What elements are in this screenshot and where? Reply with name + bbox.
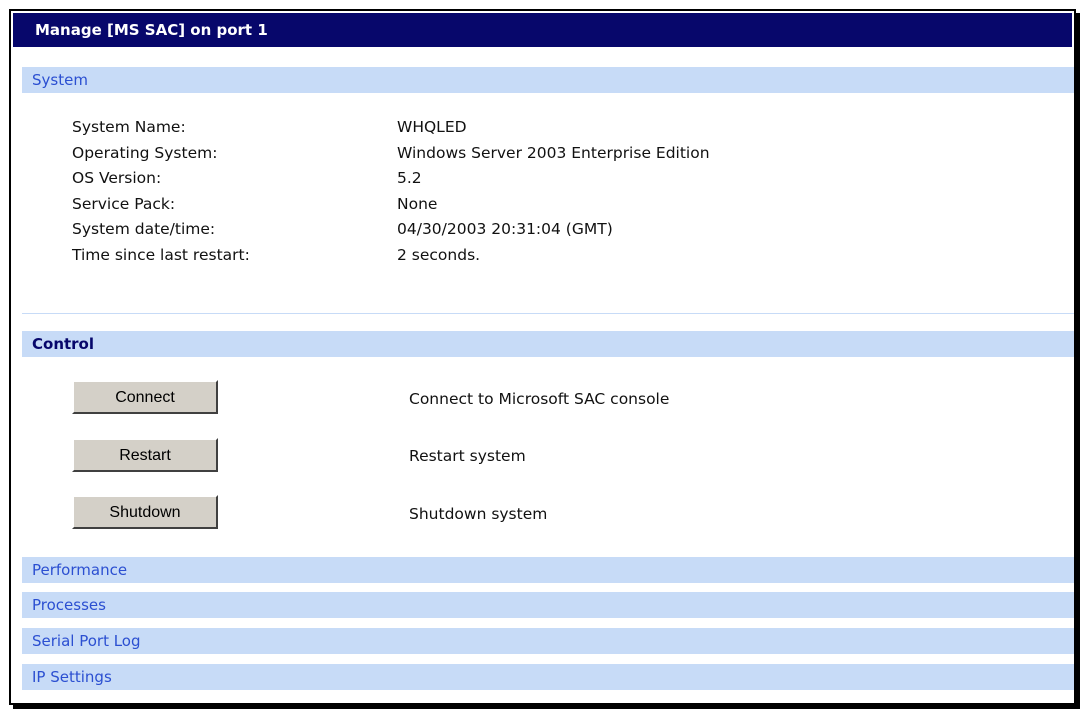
section-control[interactable]: Control — [22, 331, 1074, 357]
info-label: System Name: — [72, 118, 186, 136]
info-value: WHQLED — [397, 118, 467, 136]
restart-button[interactable]: Restart — [72, 438, 218, 472]
info-value: 04/30/2003 20:31:04 (GMT) — [397, 220, 613, 238]
info-label: Operating System: — [72, 143, 218, 162]
shutdown-button[interactable]: Shutdown — [72, 495, 218, 529]
section-performance[interactable]: Performance — [22, 557, 1074, 583]
connect-description: Connect to Microsoft SAC console — [409, 390, 670, 408]
shutdown-description: Shutdown system — [409, 505, 548, 523]
info-label: Service Pack: — [72, 194, 176, 213]
info-label: Time since last restart: — [72, 245, 250, 264]
section-ip-settings[interactable]: IP Settings — [22, 664, 1074, 690]
info-value: None — [397, 194, 438, 213]
info-label: System date/time: — [72, 220, 216, 238]
connect-button[interactable]: Connect — [72, 380, 218, 414]
panel-title: Manage [MS SAC] on port 1 — [13, 13, 1072, 47]
info-value: 2 seconds. — [397, 245, 481, 264]
frame-shadow-right — [1076, 13, 1080, 709]
info-value: 5.2 — [397, 169, 422, 187]
info-value: Windows Server 2003 Enterprise Edition — [397, 143, 710, 162]
restart-description: Restart system — [409, 447, 526, 465]
section-divider — [22, 313, 1074, 314]
section-processes[interactable]: Processes — [22, 592, 1074, 618]
section-serial-port-log[interactable]: Serial Port Log — [22, 628, 1074, 654]
info-label: OS Version: — [72, 169, 162, 187]
section-system[interactable]: System — [22, 67, 1074, 93]
frame-shadow-bottom — [13, 705, 1080, 709]
